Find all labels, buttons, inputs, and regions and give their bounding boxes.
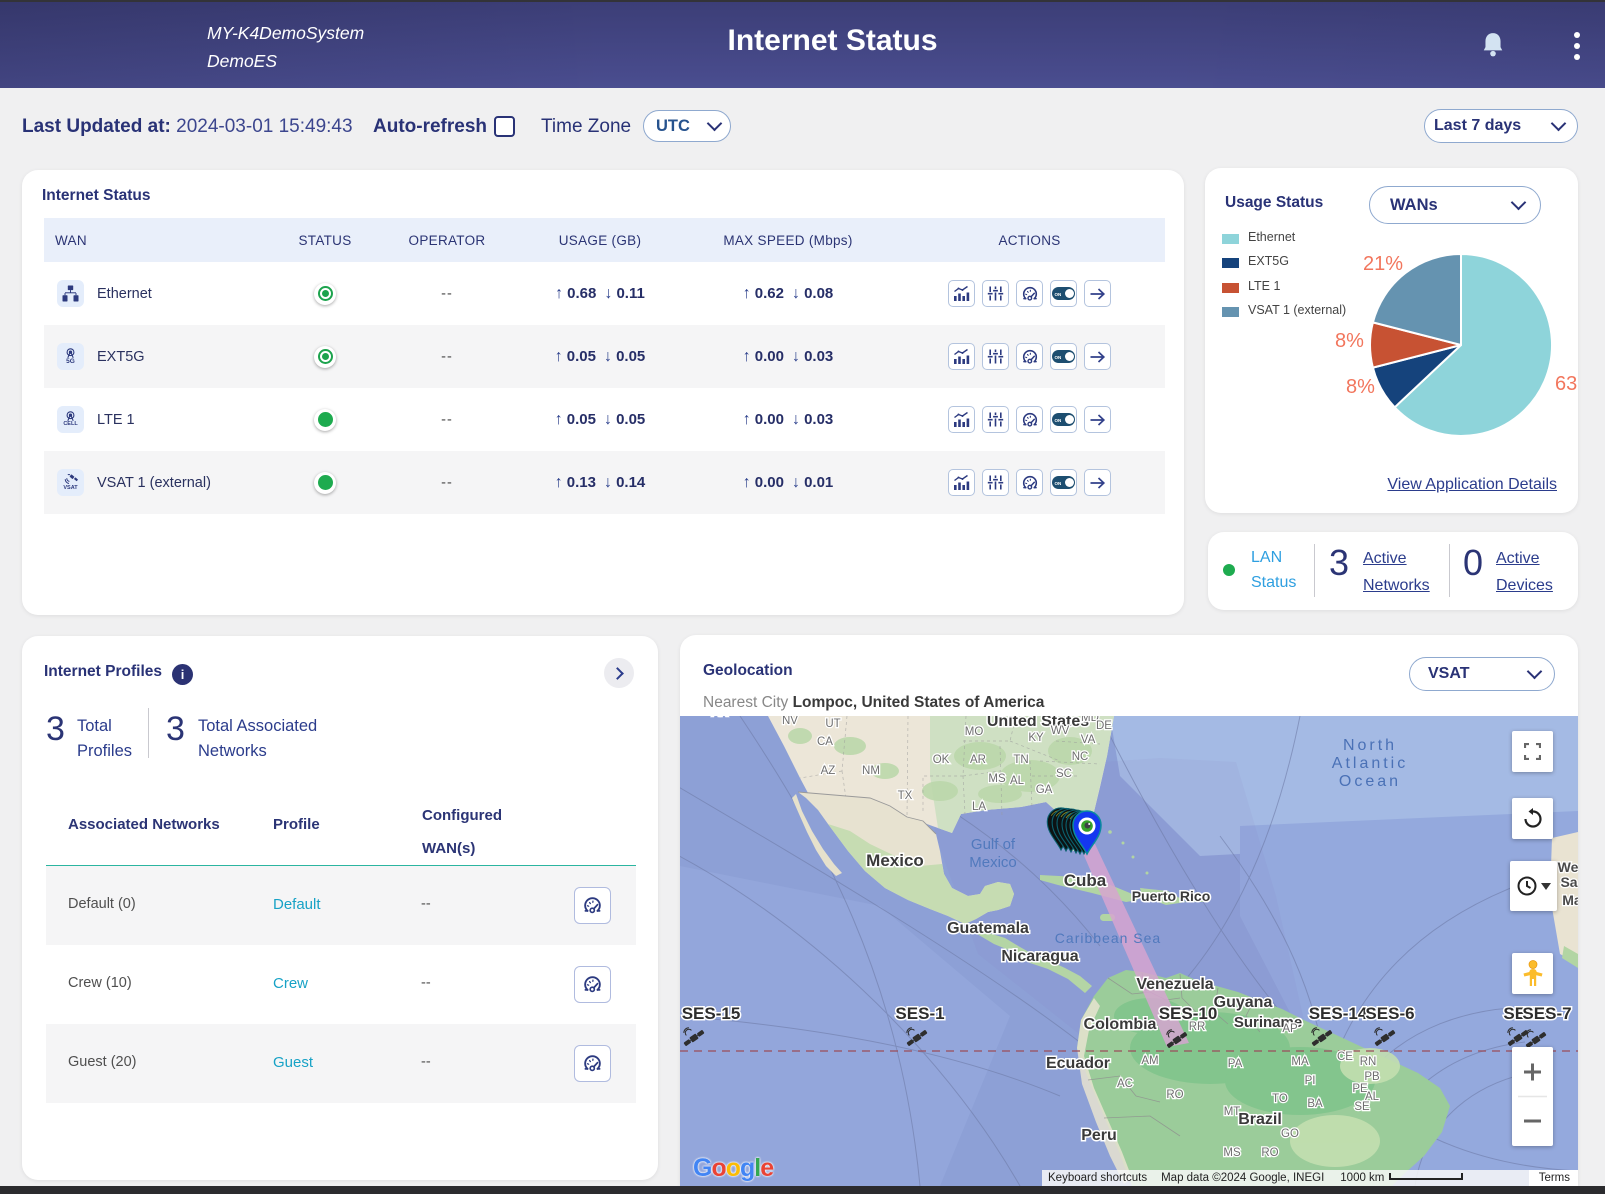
svg-text:SES-1: SES-1 — [895, 1004, 944, 1023]
svg-text:AZ: AZ — [821, 765, 836, 777]
svg-text:Cuba: Cuba — [1064, 871, 1107, 890]
svg-text:Puerto Rico: Puerto Rico — [1132, 888, 1211, 904]
svg-text:RO: RO — [1261, 1147, 1278, 1159]
svg-text:MT: MT — [1224, 1106, 1241, 1118]
svg-text:Mexico: Mexico — [866, 851, 924, 870]
svg-text:SC: SC — [1056, 768, 1072, 780]
svg-text:NC: NC — [1072, 751, 1089, 763]
svg-text:SES-14: SES-14 — [1309, 1004, 1368, 1023]
svg-text:GA: GA — [1036, 784, 1053, 796]
svg-text:Gulf of: Gulf of — [971, 836, 1016, 853]
svg-text:VA: VA — [1081, 734, 1096, 746]
svg-text:Atlantic: Atlantic — [1332, 755, 1408, 772]
svg-text:KY: KY — [1028, 732, 1044, 744]
svg-text:TX: TX — [898, 790, 913, 802]
svg-text:AR: AR — [712, 716, 728, 719]
svg-text:Brazil: Brazil — [1238, 1111, 1282, 1128]
svg-text:TO: TO — [1272, 1093, 1288, 1105]
svg-text:CA: CA — [817, 736, 833, 748]
svg-text:NM: NM — [862, 765, 880, 777]
svg-text:DE: DE — [1096, 720, 1112, 732]
svg-text:AP: AP — [1282, 1023, 1298, 1035]
svg-text:SES-10: SES-10 — [1159, 1004, 1218, 1023]
svg-text:BA: BA — [1307, 1098, 1323, 1110]
svg-text:SES-7: SES-7 — [1522, 1004, 1571, 1023]
svg-text:North: North — [1343, 737, 1397, 754]
svg-text:WV: WV — [1051, 725, 1070, 737]
svg-text:Ma: Ma — [1562, 892, 1578, 908]
svg-text:RO: RO — [1166, 1089, 1183, 1101]
svg-text:MO: MO — [965, 726, 984, 738]
svg-text:PB: PB — [1364, 1071, 1380, 1083]
svg-text:AL: AL — [1010, 775, 1025, 787]
svg-text:UT: UT — [825, 718, 840, 730]
svg-text:AR: AR — [970, 754, 986, 766]
svg-text:Sa: Sa — [1560, 874, 1577, 890]
svg-text:Nicaragua: Nicaragua — [1001, 948, 1078, 965]
svg-text:SES-15: SES-15 — [682, 1004, 741, 1023]
svg-text:LA: LA — [972, 801, 986, 813]
svg-text:CE: CE — [1337, 1051, 1353, 1063]
svg-text:RN: RN — [1360, 1056, 1377, 1068]
svg-text:AC: AC — [1117, 1078, 1133, 1090]
svg-text:Ocean: Ocean — [1339, 773, 1401, 790]
svg-text:Peru: Peru — [1081, 1127, 1117, 1144]
svg-text:Mexico: Mexico — [969, 854, 1017, 871]
svg-text:AM: AM — [1141, 1055, 1158, 1067]
svg-text:SE: SE — [1354, 1101, 1370, 1113]
svg-text:TN: TN — [1013, 754, 1028, 766]
svg-text:OK: OK — [933, 754, 950, 766]
svg-text:PA: PA — [1228, 1058, 1243, 1070]
svg-text:NV: NV — [782, 716, 798, 727]
svg-text:PI: PI — [1305, 1075, 1316, 1087]
svg-text:Venezuela: Venezuela — [1136, 976, 1213, 993]
svg-text:MA: MA — [1291, 1056, 1309, 1068]
svg-text:MS: MS — [988, 773, 1006, 785]
svg-text:We: We — [1558, 859, 1578, 875]
svg-text:GO: GO — [1281, 1128, 1299, 1140]
svg-text:Ecuador: Ecuador — [1046, 1055, 1110, 1072]
svg-text:Guatemala: Guatemala — [947, 920, 1029, 937]
svg-text:SES-6: SES-6 — [1365, 1004, 1414, 1023]
svg-text:MS: MS — [1223, 1147, 1241, 1159]
svg-text:United States: United States — [987, 716, 1089, 730]
svg-text:Guyana: Guyana — [1214, 994, 1273, 1011]
svg-text:Colombia: Colombia — [1084, 1016, 1157, 1033]
svg-text:Caribbean Sea: Caribbean Sea — [1055, 930, 1161, 946]
